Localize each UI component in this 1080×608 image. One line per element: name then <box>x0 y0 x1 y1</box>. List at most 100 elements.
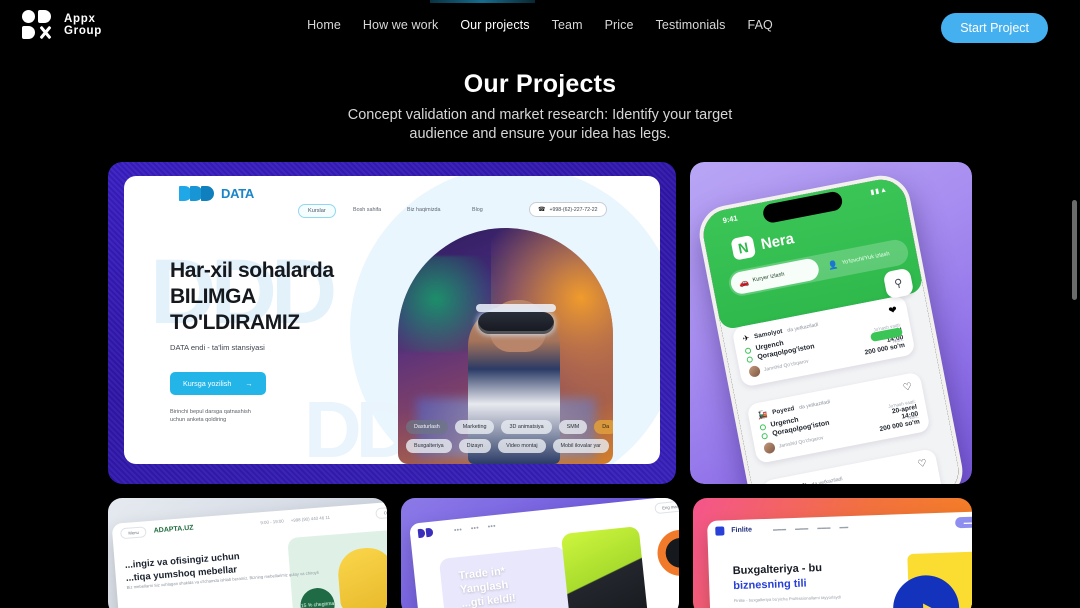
trip-mode: Poyezd <box>771 405 795 417</box>
project-card-nera[interactable]: 9:41 ▮▮▲ N Nera 🚗 Kuryer izlash 👤 Yo'lov… <box>690 162 972 484</box>
favorite-icon[interactable]: ♡ <box>902 381 913 394</box>
tradein-nav-link[interactable]: ●●● <box>453 526 461 532</box>
tag-dizayn[interactable]: Dizayn <box>458 439 492 453</box>
projects-row-2: Menu ADAPTA.UZ 9:00 - 19:00 +998 (90) 44… <box>108 498 973 608</box>
favorite-icon[interactable]: ❤ <box>888 305 898 317</box>
tag-mobil-ilovalar[interactable]: Mobil ilovalar yar <box>552 439 609 453</box>
adapta-brand: ADAPTA.UZ <box>153 524 194 535</box>
data-cta-note: Birinchi bepul darsga qatnashish uchun a… <box>170 408 251 424</box>
search-icon[interactable]: ⚲ <box>882 267 915 300</box>
project-card-tradein[interactable]: ●●● ●●● ●●● Eng mashhurlari ▬▬▬▬▬ Trade … <box>400 498 680 608</box>
data-site-screenshot: DDD DDD DATA Kurslar Bosh sahifa Biz haq… <box>124 176 660 464</box>
tradein-watch-image <box>654 527 680 579</box>
projects-row-1: DDD DDD DATA Kurslar Bosh sahifa Biz haq… <box>108 162 972 484</box>
projects-grid: DDD DDD DATA Kurslar Bosh sahifa Biz haq… <box>108 162 973 608</box>
train-icon: 🚂 <box>756 409 769 421</box>
finlite-subtext: Finlite - buxgalteriya bo'yicha Professi… <box>734 594 842 604</box>
route-dot-from <box>759 423 767 431</box>
adapta-menu-button[interactable]: Menu <box>119 525 148 539</box>
tradein-nav-link[interactable]: ●●● <box>470 524 478 530</box>
page-scrollbar[interactable] <box>1071 0 1078 608</box>
data-nav-bosh-sahifa[interactable]: Bosh sahifa <box>353 207 381 213</box>
main-nav: Home How we work Our projects Team Price… <box>0 18 1080 32</box>
finlite-nav-link[interactable]: ▬▬▬ <box>818 524 831 529</box>
nav-item-home[interactable]: Home <box>307 18 341 32</box>
tag-buxgalteriya[interactable]: Buxgalteriya <box>406 439 452 453</box>
data-nav-kurslar[interactable]: Kurslar <box>298 204 336 218</box>
data-cta-button[interactable]: Kursga yozilish → <box>170 372 266 395</box>
tag-smm[interactable]: SMM <box>558 420 588 434</box>
finlite-site-screenshot: Finlite ▬▬▬ ▬▬▬ ▬▬▬ ▬▬ ▬▬▬ Buxgalteriya <box>707 511 973 608</box>
data-hero-line-2: BILIMGA <box>170 285 256 308</box>
finlite-nav-link[interactable]: ▬▬▬ <box>773 526 786 531</box>
data-phone-number: +998-(62)-227-72-22 <box>549 206 598 213</box>
tradein-logo-icon <box>417 527 434 538</box>
nav-item-faq[interactable]: FAQ <box>748 18 773 32</box>
data-logo-icon <box>179 186 214 201</box>
nav-item-price[interactable]: Price <box>605 18 634 32</box>
tradein-nav-link[interactable]: ●●● <box>487 523 495 529</box>
avatar-icon: 👤 <box>827 259 839 271</box>
data-brand-text: DATA <box>221 186 254 201</box>
vr-goggles-icon <box>478 312 554 334</box>
page-subtitle-line-1: Concept validation and market research: … <box>347 107 733 123</box>
trip-driver-name: Jamshid Qo'chqarov <box>763 357 810 373</box>
nav-item-testimonials[interactable]: Testimonials <box>656 18 726 32</box>
tradein-section-label: Eng mashhurlari <box>653 498 680 514</box>
finlite-nav-link[interactable]: ▬▬ <box>840 524 849 529</box>
data-tag-row-2: Buxgalteriya Dizayn Video montaj Mobil i… <box>400 439 611 453</box>
tradein-nav-links: ●●● ●●● ●●● <box>453 523 495 532</box>
trip-note: da yetkaziladi <box>798 398 831 411</box>
adapta-phone: +998 (90) 440 46 11 <box>290 514 331 523</box>
finlite-nav-link[interactable]: ▬▬▬ <box>795 525 808 530</box>
page-subtitle: Concept validation and market research: … <box>0 106 1080 144</box>
trip-price-block: Narx: 200 000 so'm <box>863 337 905 357</box>
project-card-adapta[interactable]: Menu ADAPTA.UZ 9:00 - 19:00 +998 (90) 44… <box>108 498 387 608</box>
data-phone-button[interactable]: ☎ +998-(62)-227-72-22 <box>529 202 607 217</box>
trip-mode: Samolyot <box>753 327 784 341</box>
adapta-cta-button[interactable]: O'lash <box>375 505 387 519</box>
start-project-button[interactable]: Start Project <box>941 13 1048 43</box>
car-icon: 🚗 <box>738 276 750 288</box>
trip-mode: Cobalt <box>787 482 808 484</box>
finlite-heading-line-2: biznesning tili <box>733 577 808 593</box>
route-dot-to <box>761 432 769 440</box>
tradein-heading: Trade in* Yanglash ...gti keldi! <box>458 563 516 608</box>
data-tag-row-1: Dasturlash Marketing 3D animatsiya SMM D… <box>400 420 613 434</box>
nav-item-how-we-work[interactable]: How we work <box>363 18 438 32</box>
tag-dasturlash[interactable]: Dasturlash <box>406 420 448 434</box>
finlite-brand: Finlite <box>731 525 753 534</box>
trip-note: da yetkaziladi <box>786 321 819 334</box>
data-nav-blog[interactable]: Blog <box>472 207 483 213</box>
favorite-icon[interactable]: ♡ <box>917 458 928 471</box>
finlite-arrow-icon <box>923 602 940 608</box>
nera-brand-name: Nera <box>759 229 796 253</box>
data-cta-label: Kursga yozilish <box>183 379 232 388</box>
route-dot-from <box>744 346 752 354</box>
page-title: Our Projects <box>463 70 617 98</box>
nav-item-team[interactable]: Team <box>552 18 583 32</box>
adapta-hours: 9:00 - 19:00 <box>260 517 284 525</box>
tag-da[interactable]: Da <box>594 420 613 434</box>
data-cta-note-line-2: uchun anketa qoldiring <box>170 417 227 423</box>
trip-card[interactable]: 🚂 Poyezd da yetkaziladi Urgench Qoraqolp… <box>746 371 931 464</box>
finlite-cta-button[interactable]: ▬▬▬ <box>955 515 973 528</box>
tag-3d-animatsiya[interactable]: 3D animatsiya <box>501 420 552 434</box>
project-card-data[interactable]: DDD DDD DATA Kurslar Bosh sahifa Biz haq… <box>108 162 676 484</box>
tag-marketing[interactable]: Marketing <box>454 420 495 434</box>
page-root: Appx Group Home How we work Our projects… <box>0 0 1080 608</box>
data-hero-tagline: DATA endi - ta'lim stansiyasi <box>170 343 265 352</box>
arrow-right-icon: → <box>245 379 253 388</box>
data-cta-note-line-1: Birinchi bepul darsga qatnashish <box>170 409 251 415</box>
scrollbar-thumb[interactable] <box>1072 200 1077 300</box>
plane-icon: ✈ <box>741 333 751 344</box>
data-hero-photo: Dasturlash Marketing 3D animatsiya SMM D… <box>398 228 613 464</box>
data-nav-biz-haqimizda[interactable]: Biz haqimizda <box>407 207 441 213</box>
tag-video-montaj[interactable]: Video montaj <box>498 439 546 453</box>
project-card-finlite[interactable]: Finlite ▬▬▬ ▬▬▬ ▬▬▬ ▬▬ ▬▬▬ Buxgalteriya <box>693 498 973 608</box>
nav-item-our-projects[interactable]: Our projects <box>460 18 529 32</box>
trip-driver-name: Jamshid Qo'chqarov <box>778 434 824 450</box>
nera-logo-icon: N <box>730 234 757 261</box>
data-hero-line-1: Har-xil sohalarda <box>170 259 334 282</box>
trip-note: da yetkaziladi <box>811 475 844 484</box>
